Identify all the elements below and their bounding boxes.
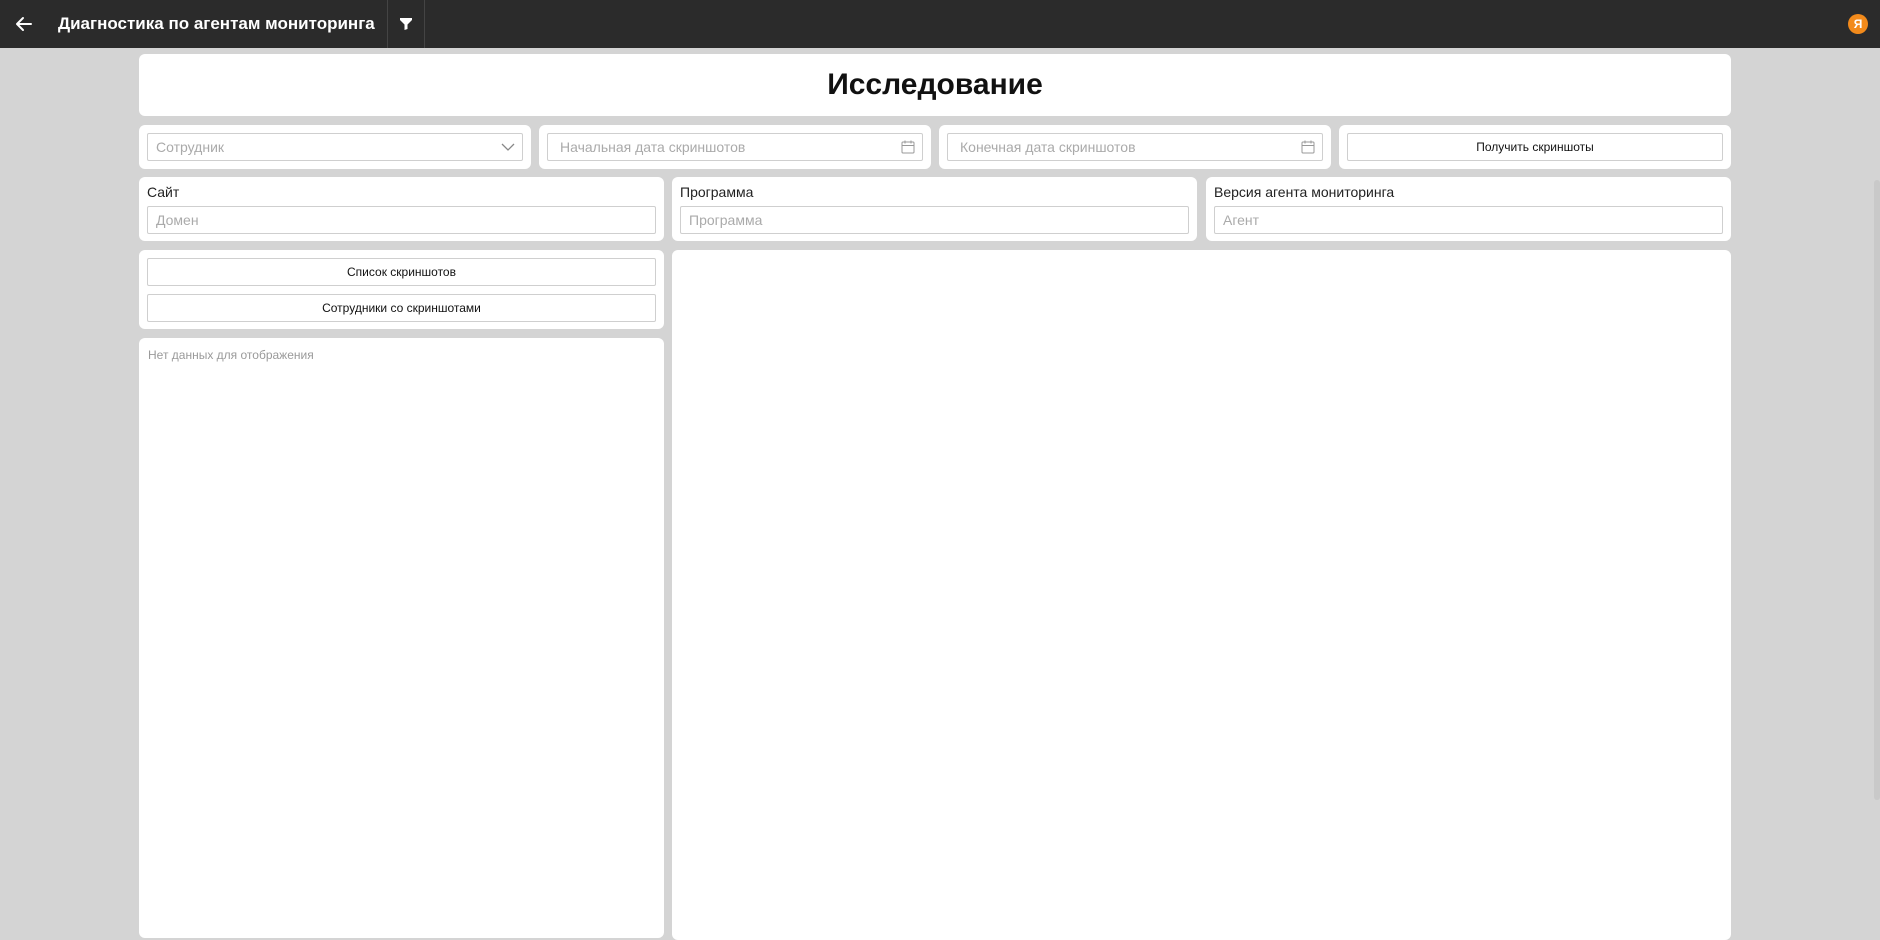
screenshots-list-button[interactable]: Список скриншотов bbox=[147, 258, 656, 286]
filter-button[interactable] bbox=[388, 0, 424, 48]
header-divider bbox=[423, 0, 425, 48]
page-title: Исследование bbox=[827, 68, 1043, 101]
arrow-left-icon bbox=[16, 17, 32, 31]
filter-icon bbox=[399, 18, 412, 30]
get-screenshots-card: Получить скриншоты bbox=[1339, 125, 1731, 169]
domain-input[interactable]: Домен bbox=[147, 206, 656, 234]
list-actions-card: Список скриншотов Сотрудники со скриншот… bbox=[139, 250, 664, 329]
program-input[interactable]: Программа bbox=[680, 206, 1189, 234]
calendar-icon[interactable] bbox=[894, 140, 922, 154]
employees-with-screenshots-button[interactable]: Сотрудники со скриншотами bbox=[147, 294, 656, 322]
page-scrollbar[interactable] bbox=[1874, 180, 1880, 800]
employee-select-placeholder: Сотрудник bbox=[156, 139, 225, 155]
agent-placeholder: Агент bbox=[1223, 212, 1260, 228]
program-card: Программа Программа bbox=[672, 177, 1197, 241]
title-card: Исследование bbox=[139, 54, 1731, 116]
agent-version-label: Версия агента мониторинга bbox=[1214, 184, 1395, 200]
data-list-panel: Нет данных для отображения bbox=[139, 338, 664, 938]
agent-input[interactable]: Агент bbox=[1214, 206, 1723, 234]
site-card: Сайт Домен bbox=[139, 177, 664, 241]
calendar-icon[interactable] bbox=[1294, 140, 1322, 154]
chevron-down-icon bbox=[494, 142, 522, 152]
end-date-card: Конечная дата скриншотов bbox=[939, 125, 1331, 169]
program-placeholder: Программа bbox=[689, 212, 763, 228]
app-header: Диагностика по агентам мониторинга Я bbox=[0, 0, 1880, 48]
domain-placeholder: Домен bbox=[156, 212, 199, 228]
empty-state-message: Нет данных для отображения bbox=[148, 348, 314, 362]
agent-version-card: Версия агента мониторинга Агент bbox=[1206, 177, 1731, 241]
end-date-placeholder: Конечная дата скриншотов bbox=[960, 139, 1136, 155]
preview-panel bbox=[672, 250, 1731, 940]
employee-select[interactable]: Сотрудник bbox=[147, 133, 523, 161]
site-label: Сайт bbox=[147, 184, 180, 200]
start-date-input[interactable]: Начальная дата скриншотов bbox=[547, 133, 923, 161]
start-date-placeholder: Начальная дата скриншотов bbox=[560, 139, 746, 155]
get-screenshots-button[interactable]: Получить скриншоты bbox=[1347, 133, 1723, 161]
employee-card: Сотрудник bbox=[139, 125, 531, 169]
end-date-input[interactable]: Конечная дата скриншотов bbox=[947, 133, 1323, 161]
start-date-card: Начальная дата скриншотов bbox=[539, 125, 931, 169]
program-label: Программа bbox=[680, 184, 754, 200]
back-button[interactable] bbox=[0, 0, 48, 48]
app-title: Диагностика по агентам мониторинга bbox=[58, 14, 375, 33]
user-avatar[interactable]: Я bbox=[1848, 14, 1868, 34]
